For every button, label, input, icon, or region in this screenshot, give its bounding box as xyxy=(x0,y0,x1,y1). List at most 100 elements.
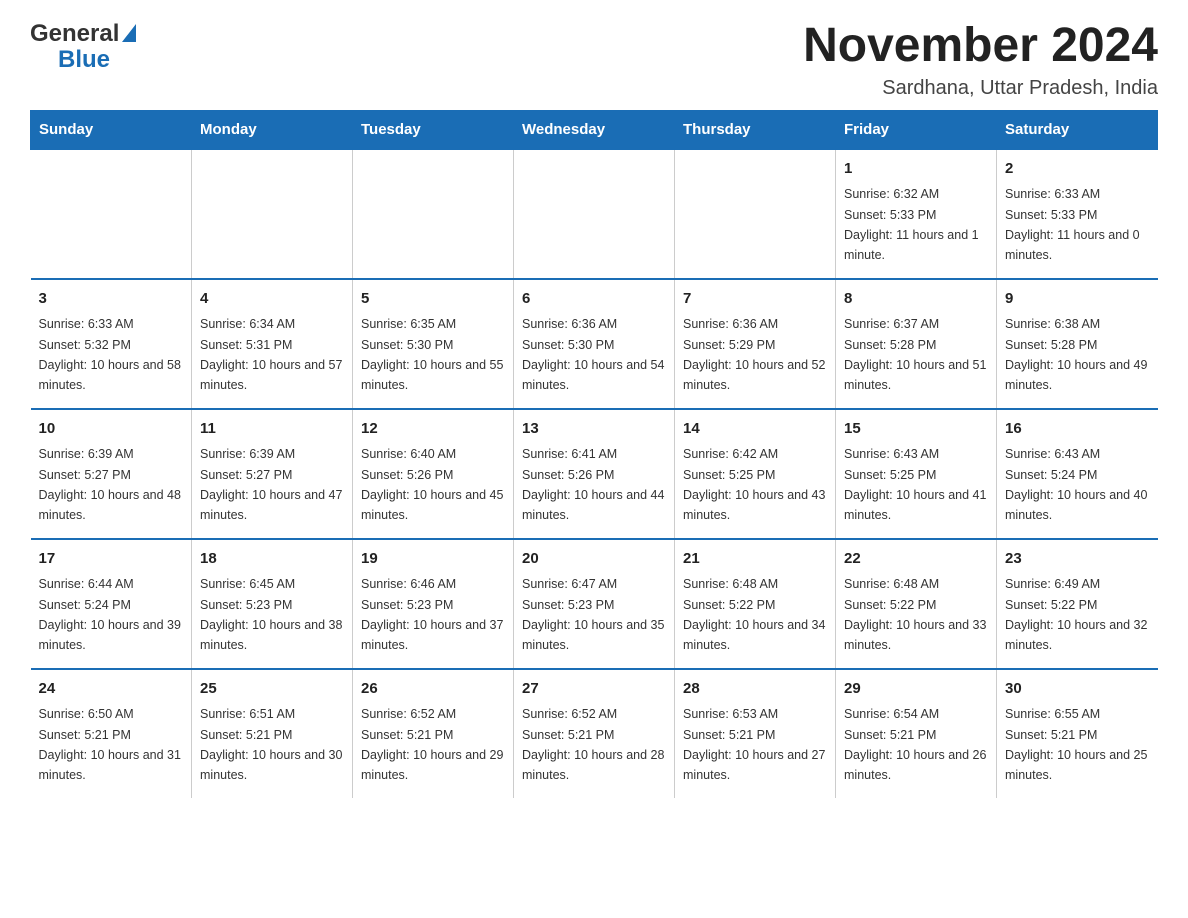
day-of-week-sunday: Sunday xyxy=(31,110,192,149)
calendar-cell: 7Sunrise: 6:36 AM Sunset: 5:29 PM Daylig… xyxy=(675,279,836,409)
day-number: 3 xyxy=(39,288,184,311)
day-number: 9 xyxy=(1005,288,1150,311)
day-number: 7 xyxy=(683,288,827,311)
day-info: Sunrise: 6:48 AM Sunset: 5:22 PM Dayligh… xyxy=(844,577,986,652)
day-number: 26 xyxy=(361,678,505,701)
day-info: Sunrise: 6:48 AM Sunset: 5:22 PM Dayligh… xyxy=(683,577,825,652)
day-number: 27 xyxy=(522,678,666,701)
day-info: Sunrise: 6:42 AM Sunset: 5:25 PM Dayligh… xyxy=(683,447,825,522)
calendar-cell: 4 Sunrise: 6:34 AM Sunset: 5:31 PM Daylig… xyxy=(192,279,353,409)
day-number: 19 xyxy=(361,548,505,571)
day-number: 13 xyxy=(522,418,666,441)
day-info: Sunrise: 6:34 AM Sunset: 5:31 PM Dayligh… xyxy=(200,317,342,392)
day-number: 20 xyxy=(522,548,666,571)
day-of-week-friday: Friday xyxy=(836,110,997,149)
calendar-cell: 9 Sunrise: 6:38 AM Sunset: 5:28 PM Daylig… xyxy=(997,279,1158,409)
calendar-cell: 27 Sunrise: 6:52 AM Sunset: 5:21 PM Dayli… xyxy=(514,669,675,798)
day-number: 28 xyxy=(683,678,827,701)
calendar-cell: 17 Sunrise: 6:44 AM Sunset: 5:24 PM Dayli… xyxy=(31,539,192,669)
day-info: Sunrise: 6:45 AM Sunset: 5:23 PM Dayligh… xyxy=(200,577,342,652)
calendar-body: 1 Sunrise: 6:32 AM Sunset: 5:33 PM Daylig… xyxy=(31,149,1158,798)
calendar-cell: 10 Sunrise: 6:39 AM Sunset: 5:27 PM Dayli… xyxy=(31,409,192,539)
calendar-cell: 12Sunrise: 6:40 AM Sunset: 5:26 PM Dayli… xyxy=(353,409,514,539)
calendar-cell: 18 Sunrise: 6:45 AM Sunset: 5:23 PM Dayli… xyxy=(192,539,353,669)
day-number: 30 xyxy=(1005,678,1150,701)
calendar-week-4: 17 Sunrise: 6:44 AM Sunset: 5:24 PM Dayli… xyxy=(31,539,1158,669)
calendar-cell: 13 Sunrise: 6:41 AM Sunset: 5:26 PM Dayli… xyxy=(514,409,675,539)
day-number: 8 xyxy=(844,288,988,311)
day-number: 22 xyxy=(844,548,988,571)
calendar-week-3: 10 Sunrise: 6:39 AM Sunset: 5:27 PM Dayli… xyxy=(31,409,1158,539)
day-number: 18 xyxy=(200,548,344,571)
day-number: 21 xyxy=(683,548,827,571)
calendar-cell: 6Sunrise: 6:36 AM Sunset: 5:30 PM Daylig… xyxy=(514,279,675,409)
calendar-week-1: 1 Sunrise: 6:32 AM Sunset: 5:33 PM Daylig… xyxy=(31,149,1158,279)
day-number: 2 xyxy=(1005,158,1150,181)
day-number: 4 xyxy=(200,288,344,311)
day-info: Sunrise: 6:54 AM Sunset: 5:21 PM Dayligh… xyxy=(844,707,986,782)
day-number: 23 xyxy=(1005,548,1150,571)
day-of-week-wednesday: Wednesday xyxy=(514,110,675,149)
day-info: Sunrise: 6:52 AM Sunset: 5:21 PM Dayligh… xyxy=(522,707,664,782)
day-info: Sunrise: 6:38 AM Sunset: 5:28 PM Dayligh… xyxy=(1005,317,1147,392)
day-info: Sunrise: 6:43 AM Sunset: 5:24 PM Dayligh… xyxy=(1005,447,1147,522)
calendar-week-2: 3 Sunrise: 6:33 AM Sunset: 5:32 PM Daylig… xyxy=(31,279,1158,409)
calendar-cell: 3 Sunrise: 6:33 AM Sunset: 5:32 PM Daylig… xyxy=(31,279,192,409)
day-number: 11 xyxy=(200,418,344,441)
page-header: General Blue November 2024 Sardhana, Utt… xyxy=(30,20,1158,100)
day-info: Sunrise: 6:37 AM Sunset: 5:28 PM Dayligh… xyxy=(844,317,986,392)
calendar-cell: 23 Sunrise: 6:49 AM Sunset: 5:22 PM Dayli… xyxy=(997,539,1158,669)
day-info: Sunrise: 6:49 AM Sunset: 5:22 PM Dayligh… xyxy=(1005,577,1147,652)
logo: General Blue xyxy=(30,20,136,74)
day-info: Sunrise: 6:51 AM Sunset: 5:21 PM Dayligh… xyxy=(200,707,342,782)
calendar-cell: 28 Sunrise: 6:53 AM Sunset: 5:21 PM Dayli… xyxy=(675,669,836,798)
calendar-cell: 16 Sunrise: 6:43 AM Sunset: 5:24 PM Dayli… xyxy=(997,409,1158,539)
calendar-cell: 8 Sunrise: 6:37 AM Sunset: 5:28 PM Daylig… xyxy=(836,279,997,409)
calendar-cell: 21 Sunrise: 6:48 AM Sunset: 5:22 PM Dayli… xyxy=(675,539,836,669)
calendar-cell: 29 Sunrise: 6:54 AM Sunset: 5:21 PM Dayli… xyxy=(836,669,997,798)
calendar-cell: 15Sunrise: 6:43 AM Sunset: 5:25 PM Dayli… xyxy=(836,409,997,539)
calendar-cell: 24Sunrise: 6:50 AM Sunset: 5:21 PM Dayli… xyxy=(31,669,192,798)
day-number: 1 xyxy=(844,158,988,181)
day-info: Sunrise: 6:55 AM Sunset: 5:21 PM Dayligh… xyxy=(1005,707,1147,782)
calendar-cell xyxy=(514,149,675,279)
day-info: Sunrise: 6:32 AM Sunset: 5:33 PM Dayligh… xyxy=(844,187,979,262)
calendar-cell: 22 Sunrise: 6:48 AM Sunset: 5:22 PM Dayli… xyxy=(836,539,997,669)
calendar-cell: 26 Sunrise: 6:52 AM Sunset: 5:21 PM Dayli… xyxy=(353,669,514,798)
day-number: 10 xyxy=(39,418,184,441)
logo-arrow-icon xyxy=(122,24,136,42)
day-number: 6 xyxy=(522,288,666,311)
day-info: Sunrise: 6:52 AM Sunset: 5:21 PM Dayligh… xyxy=(361,707,503,782)
day-number: 15 xyxy=(844,418,988,441)
day-info: Sunrise: 6:47 AM Sunset: 5:23 PM Dayligh… xyxy=(522,577,664,652)
day-info: Sunrise: 6:41 AM Sunset: 5:26 PM Dayligh… xyxy=(522,447,664,522)
calendar-cell: 1 Sunrise: 6:32 AM Sunset: 5:33 PM Daylig… xyxy=(836,149,997,279)
calendar-header: SundayMondayTuesdayWednesdayThursdayFrid… xyxy=(31,110,1158,149)
calendar-cell: 19Sunrise: 6:46 AM Sunset: 5:23 PM Dayli… xyxy=(353,539,514,669)
day-info: Sunrise: 6:33 AM Sunset: 5:32 PM Dayligh… xyxy=(39,317,181,392)
calendar-cell xyxy=(31,149,192,279)
calendar-table: SundayMondayTuesdayWednesdayThursdayFrid… xyxy=(30,110,1158,798)
day-info: Sunrise: 6:39 AM Sunset: 5:27 PM Dayligh… xyxy=(39,447,181,522)
day-info: Sunrise: 6:44 AM Sunset: 5:24 PM Dayligh… xyxy=(39,577,181,652)
day-of-week-thursday: Thursday xyxy=(675,110,836,149)
logo-blue: Blue xyxy=(58,46,110,74)
day-number: 17 xyxy=(39,548,184,571)
days-of-week-row: SundayMondayTuesdayWednesdayThursdayFrid… xyxy=(31,110,1158,149)
day-info: Sunrise: 6:53 AM Sunset: 5:21 PM Dayligh… xyxy=(683,707,825,782)
day-info: Sunrise: 6:50 AM Sunset: 5:21 PM Dayligh… xyxy=(39,707,181,782)
day-number: 12 xyxy=(361,418,505,441)
calendar-cell xyxy=(675,149,836,279)
calendar-cell: 25Sunrise: 6:51 AM Sunset: 5:21 PM Dayli… xyxy=(192,669,353,798)
day-number: 16 xyxy=(1005,418,1150,441)
day-info: Sunrise: 6:35 AM Sunset: 5:30 PM Dayligh… xyxy=(361,317,503,392)
day-number: 29 xyxy=(844,678,988,701)
logo-general: General xyxy=(30,20,119,48)
calendar-cell xyxy=(192,149,353,279)
calendar-cell xyxy=(353,149,514,279)
calendar-cell: 30 Sunrise: 6:55 AM Sunset: 5:21 PM Dayli… xyxy=(997,669,1158,798)
title-section: November 2024 Sardhana, Uttar Pradesh, I… xyxy=(803,20,1158,100)
day-of-week-monday: Monday xyxy=(192,110,353,149)
calendar-cell: 5Sunrise: 6:35 AM Sunset: 5:30 PM Daylig… xyxy=(353,279,514,409)
subtitle: Sardhana, Uttar Pradesh, India xyxy=(803,77,1158,100)
